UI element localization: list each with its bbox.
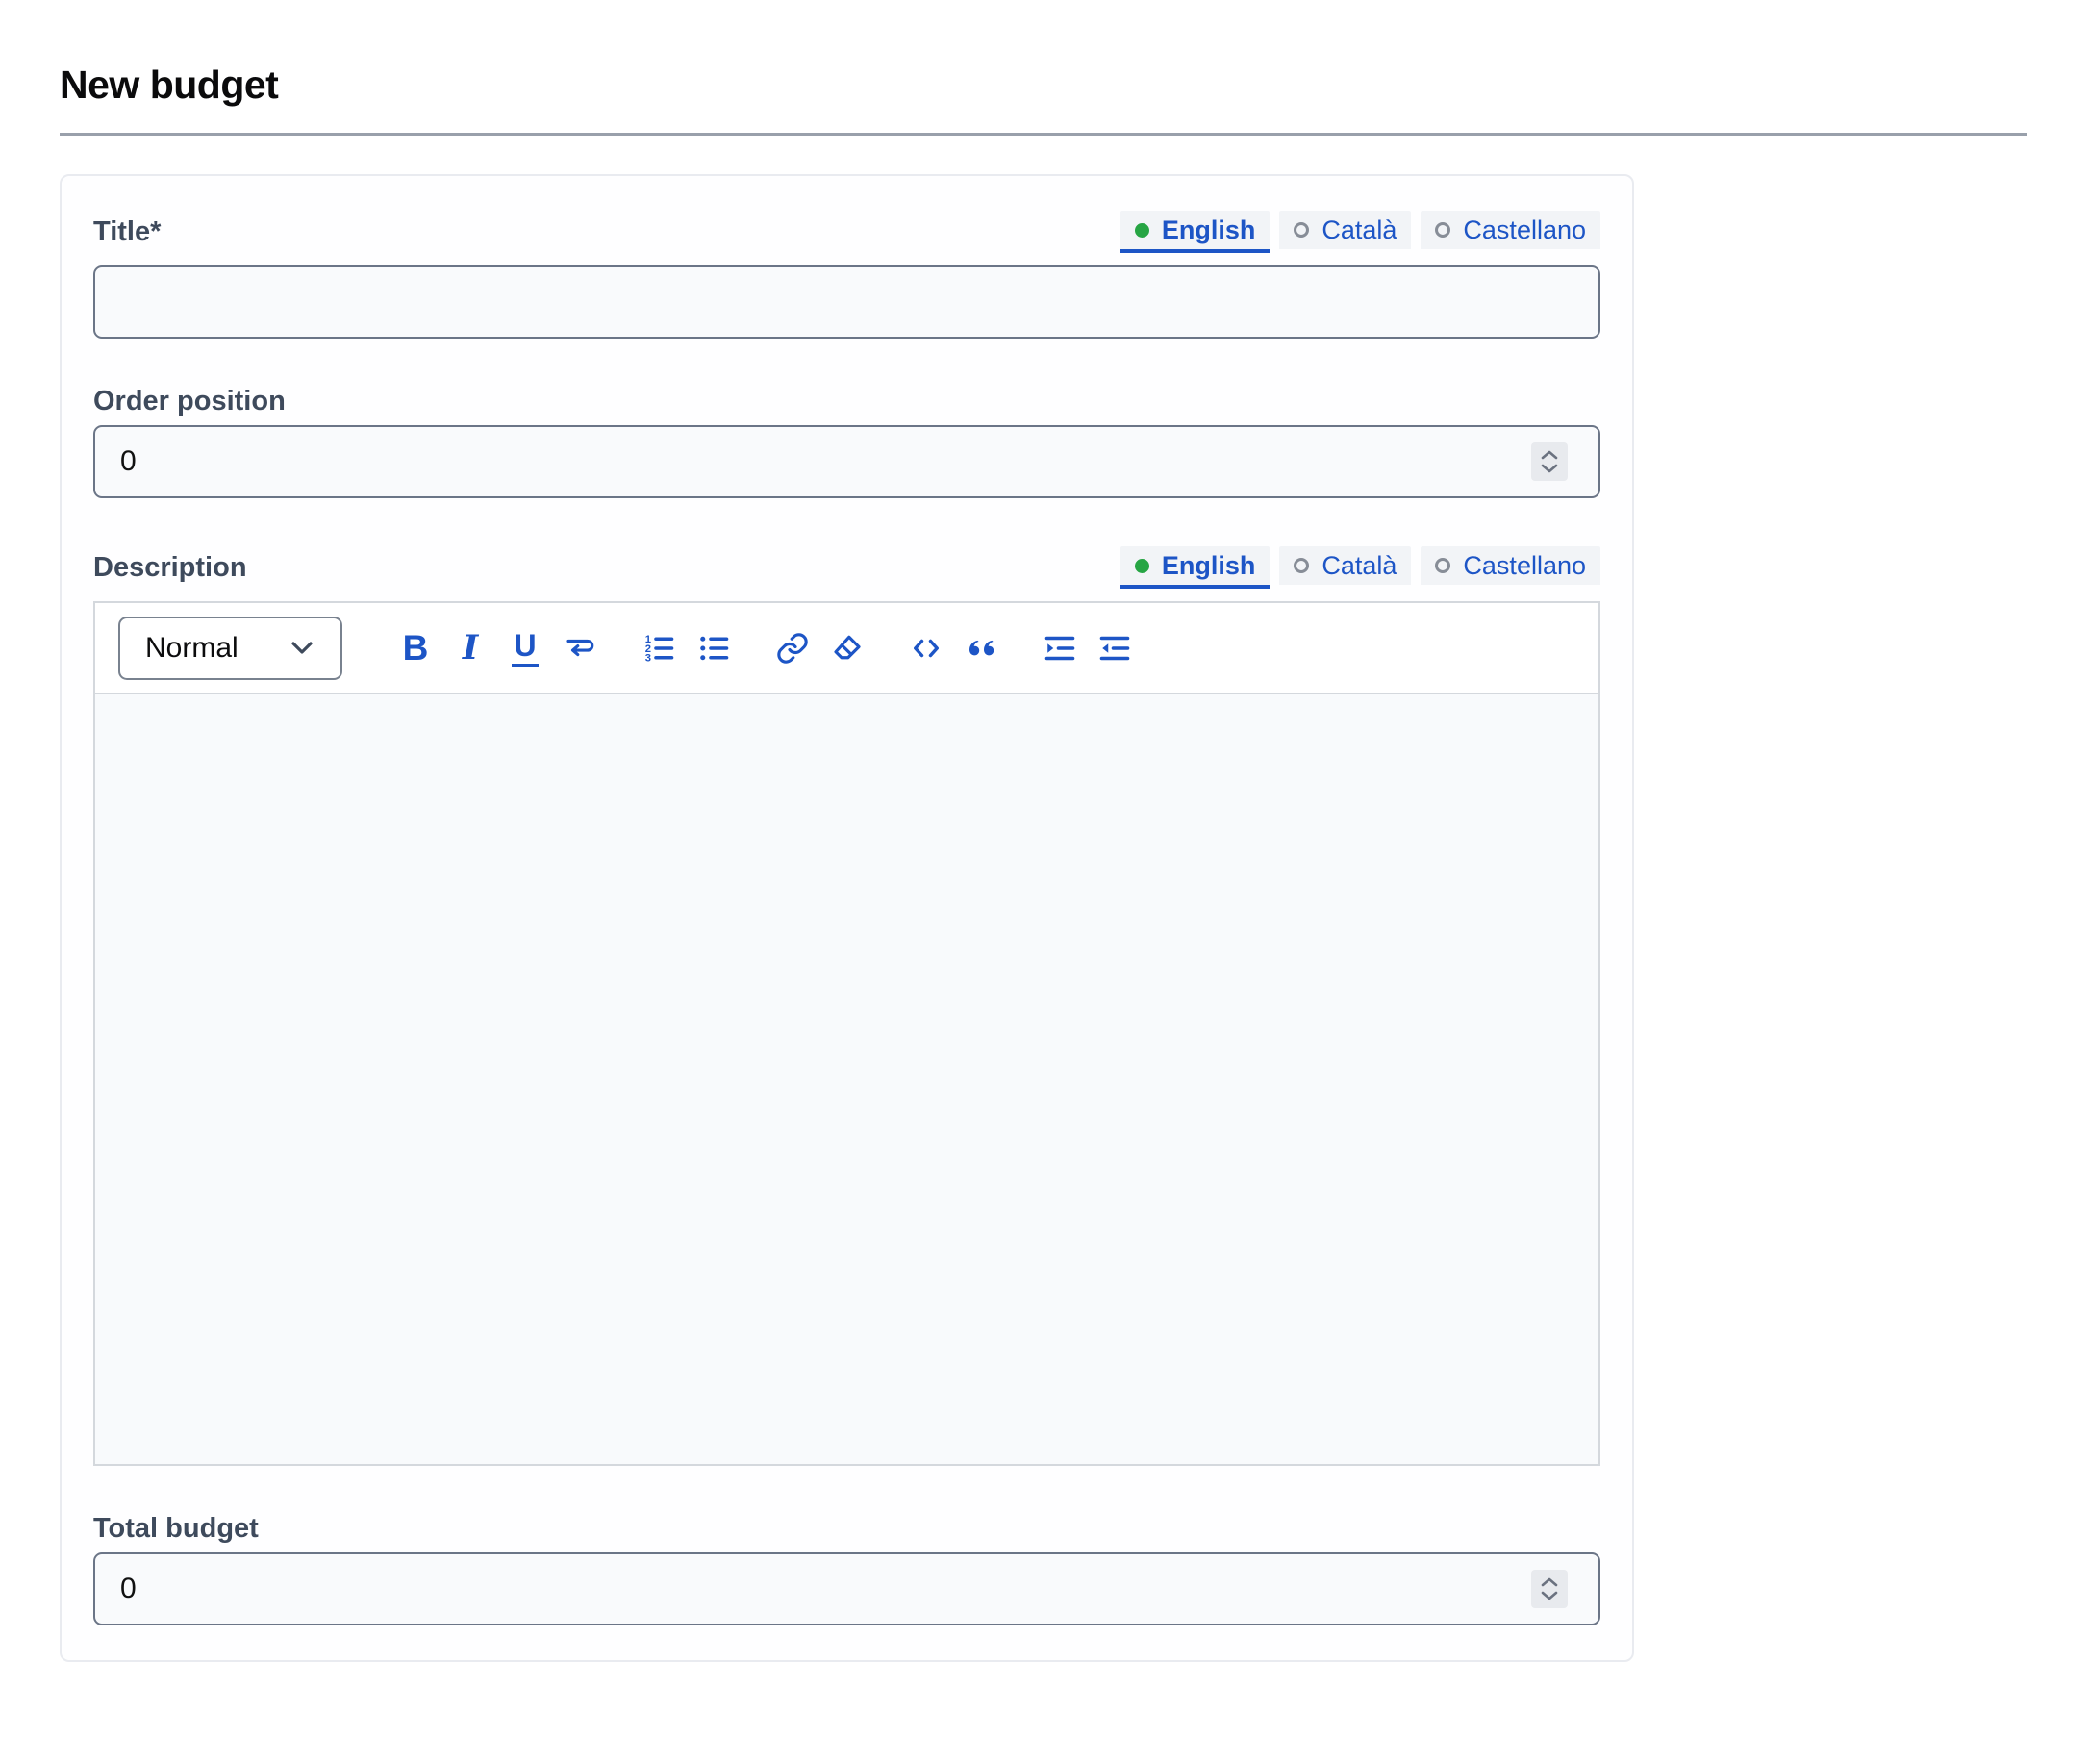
tab-language-catala[interactable]: Català <box>1279 546 1411 589</box>
tab-label: Català <box>1321 551 1397 581</box>
inactive-language-dot-icon <box>1435 558 1450 573</box>
tab-language-english[interactable]: English <box>1120 546 1271 589</box>
page: New budget Title* English Català Castell… <box>0 0 2089 1720</box>
toolbar-group-text-style: B I U <box>396 626 616 670</box>
underline-icon[interactable]: U <box>506 626 544 670</box>
inactive-language-dot-icon <box>1294 222 1309 238</box>
description-label: Description <box>93 552 247 584</box>
toolbar-group-block <box>907 626 1017 670</box>
tab-label: English <box>1162 215 1256 245</box>
budget-form-card: Title* English Català Castellano <box>60 174 1634 1662</box>
title-language-tabs: English Català Castellano <box>1120 211 1600 253</box>
format-selector-dropdown[interactable]: Normal <box>118 617 342 680</box>
tab-language-castellano[interactable]: Castellano <box>1421 211 1600 253</box>
bullet-list-icon[interactable] <box>694 626 733 670</box>
order-position-section: Order position <box>93 385 1600 498</box>
chevron-up-icon[interactable] <box>1540 449 1559 461</box>
tab-language-english[interactable]: English <box>1120 211 1271 253</box>
active-language-dot-icon <box>1135 559 1149 573</box>
format-selector-value: Normal <box>145 632 239 665</box>
page-title: New budget <box>60 63 2029 108</box>
order-position-stepper[interactable] <box>1531 442 1568 481</box>
chevron-down-icon[interactable] <box>1540 1590 1559 1601</box>
description-section: Description English Català Castellano <box>93 544 1600 1466</box>
clear-formatting-icon[interactable] <box>828 626 867 670</box>
bold-icon[interactable]: B <box>396 626 435 670</box>
svg-text:3: 3 <box>645 652 651 664</box>
outdent-icon[interactable] <box>1095 626 1134 670</box>
tab-language-catala[interactable]: Català <box>1279 211 1411 253</box>
link-icon[interactable] <box>773 626 812 670</box>
indent-icon[interactable] <box>1041 626 1079 670</box>
line-break-icon[interactable] <box>561 626 599 670</box>
title-field-header: Title* English Català Castellano <box>93 209 1600 255</box>
title-label: Title* <box>93 216 161 248</box>
total-budget-stepper[interactable] <box>1531 1570 1568 1608</box>
order-position-input[interactable] <box>93 425 1600 498</box>
tab-language-castellano[interactable]: Castellano <box>1421 546 1600 589</box>
total-budget-label: Total budget <box>93 1513 259 1545</box>
toolbar-group-lists: 1 2 3 <box>640 626 749 670</box>
toolbar-group-indent <box>1041 626 1150 670</box>
editor-toolbar: Normal B I U <box>95 603 1598 694</box>
total-budget-field <box>93 1552 1600 1625</box>
tab-label: Castellano <box>1463 215 1586 245</box>
description-editor-content[interactable] <box>95 694 1598 1464</box>
total-budget-label-row: Total budget <box>93 1512 1600 1545</box>
divider <box>60 133 2027 136</box>
title-input[interactable] <box>93 265 1600 339</box>
inactive-language-dot-icon <box>1294 558 1309 573</box>
order-position-label-row: Order position <box>93 385 1600 417</box>
ordered-list-icon[interactable]: 1 2 3 <box>640 626 678 670</box>
chevron-down-icon <box>289 640 315 657</box>
tab-label: Castellano <box>1463 551 1586 581</box>
total-budget-input[interactable] <box>93 1552 1600 1625</box>
rich-text-editor: Normal B I U <box>93 601 1600 1466</box>
chevron-down-icon[interactable] <box>1540 463 1559 474</box>
order-position-field <box>93 425 1600 498</box>
description-field-header: Description English Català Castellano <box>93 544 1600 591</box>
description-language-tabs: English Català Castellano <box>1120 546 1600 589</box>
order-position-label: Order position <box>93 386 286 417</box>
code-block-icon[interactable] <box>907 626 945 670</box>
inactive-language-dot-icon <box>1435 222 1450 238</box>
total-budget-section: Total budget <box>93 1512 1600 1625</box>
chevron-up-icon[interactable] <box>1540 1576 1559 1588</box>
tab-label: English <box>1162 551 1256 581</box>
italic-icon[interactable]: I <box>451 626 490 670</box>
tab-label: Català <box>1321 215 1397 245</box>
blockquote-icon[interactable] <box>962 626 1000 670</box>
toolbar-group-link <box>773 626 883 670</box>
active-language-dot-icon <box>1135 223 1149 238</box>
